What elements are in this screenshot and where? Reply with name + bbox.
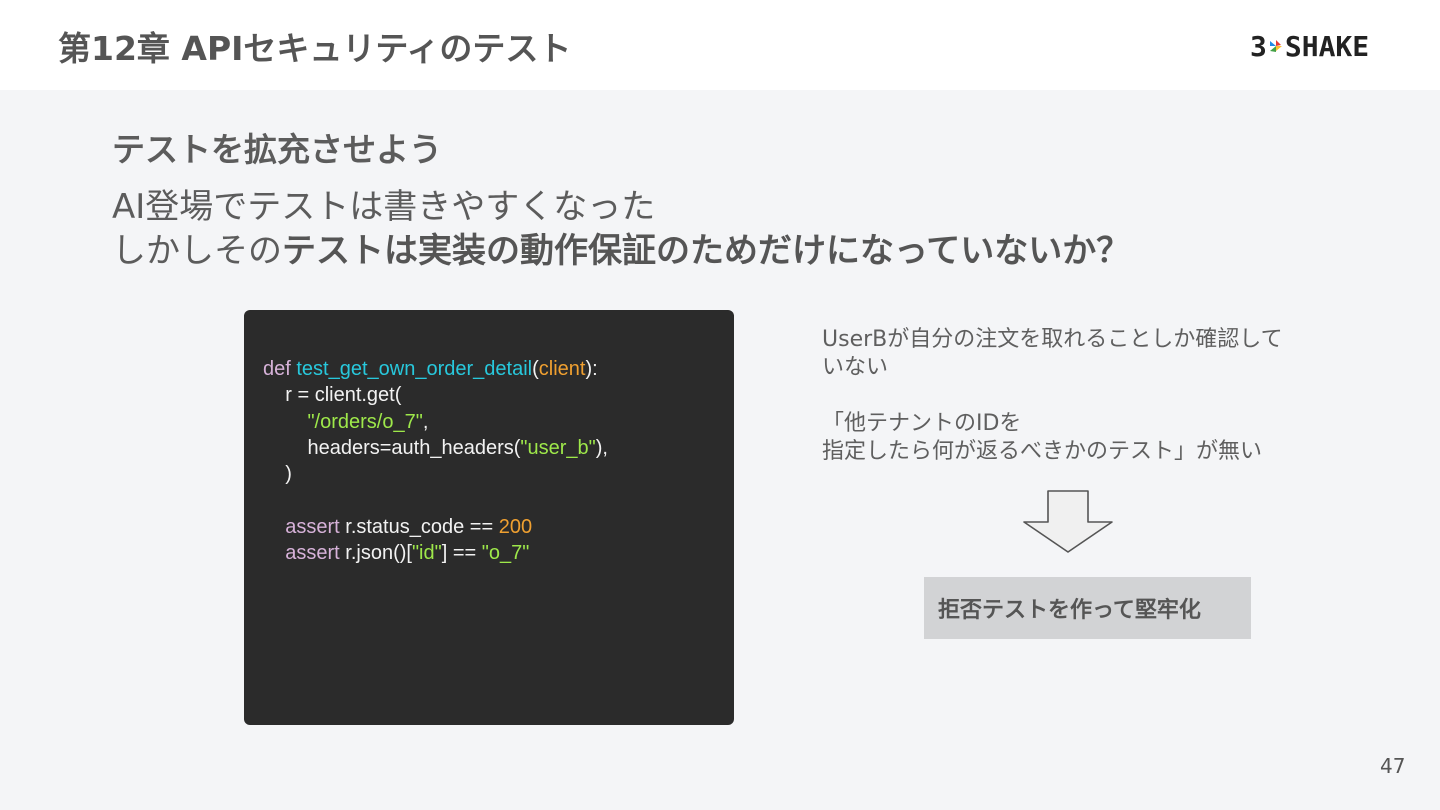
code-line-5: ) [285,463,292,486]
logo-text-left: 3 [1250,30,1267,63]
code-param: client [538,358,586,380]
code-line-7-mid: r.json()[ [339,542,412,565]
conclusion-callout: 拒否テストを作って堅牢化 [924,577,1251,639]
code-punct: ( [532,358,539,380]
lead-line-2: しかしそのテストは実装の動作保証のためだけになっていないか？ [112,229,1130,273]
code-keyword: assert [285,515,340,538]
note-spacer [822,382,1283,410]
code-function-name: test_get_own_order_detail [296,358,533,380]
code-string: "user_b" [520,436,596,459]
code-line-2: r = client.get( [285,384,402,407]
code-string: "id" [411,542,442,565]
code-keyword: assert [285,542,340,565]
chevron-pinwheel-icon [1269,40,1282,52]
callout-text: 拒否テストを作って堅牢化 [938,598,1201,623]
note-line-1: UserBが自分の注文を取れることしか確認して [822,327,1283,352]
note-line-4: 指定したら何が返るべきかのテスト」が無い [822,439,1263,464]
code-keyword: def [263,358,291,380]
code-punct: , [422,410,429,433]
chapter-title: 第12章 APIセキュリティのテスト [58,29,572,68]
company-logo[interactable]: 3 SHAKE [1250,30,1369,63]
slide-heading: テストを拡充させよう [112,130,442,169]
logo-text-right: SHAKE [1284,30,1370,63]
lead-line-2-plain: しかしその [112,231,282,271]
code-string: "/orders/o_7" [307,410,423,433]
page-number: 47 [1380,754,1406,778]
lead-line-2-emphasis: テストは実装の動作保証のためだけになっていないか？ [282,231,1131,271]
code-string: "o_7" [481,542,530,565]
explanation-note: UserBが自分の注文を取れることしか確認して いない 「他テナントのIDを 指… [822,326,1283,466]
lead-line-1: AI登場でテストは書きやすくなった [112,187,656,227]
slide-header: 第12章 APIセキュリティのテスト 3 SHAKE [0,0,1440,90]
code-line-6-mid: r.status_code == [339,515,499,538]
code-line-7-mid2: ] == [441,542,482,565]
code-block: def test_get_own_order_detail(client): r… [263,356,608,566]
down-arrow-icon [1023,490,1113,553]
lead-text: AI登場でテストは書きやすくなった しかしそのテストは実装の動作保証のためだけに… [112,185,1130,273]
note-line-3: 「他テナントのIDを [822,411,1022,436]
note-line-2: いない [822,355,889,380]
code-number: 200 [498,515,533,538]
code-punct: ), [595,436,608,459]
code-line-4-head: headers=auth_headers( [307,436,521,459]
code-punct: ): [585,358,598,380]
